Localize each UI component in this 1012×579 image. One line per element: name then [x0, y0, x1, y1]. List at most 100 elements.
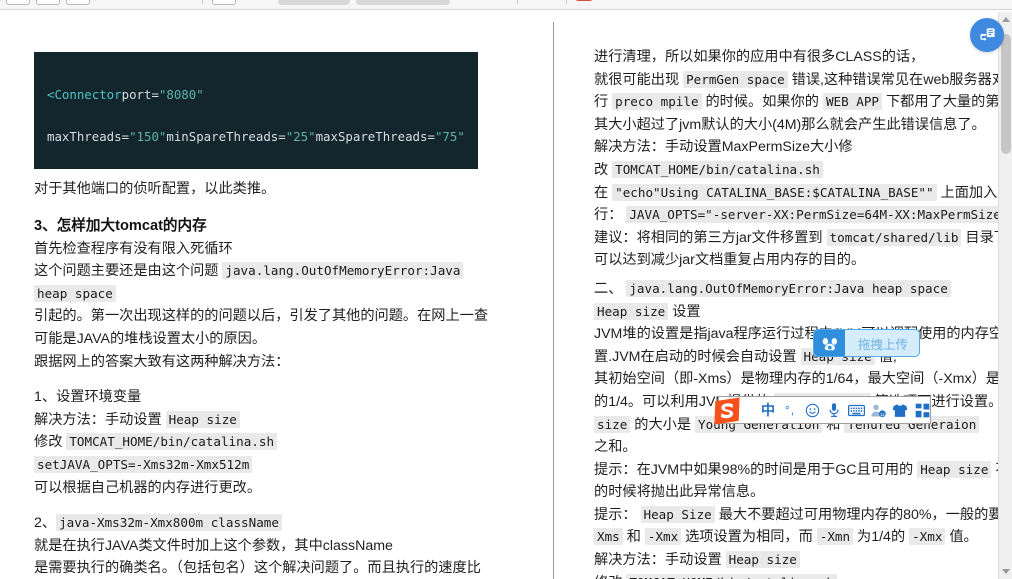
inline-code: tomcat/shared/lib: [826, 228, 962, 246]
svg-text:11: 11: [880, 411, 885, 416]
paragraph: 修改 TOMCAT_HOME/bin/catalina.sh: [594, 572, 1012, 579]
drag-upload-pill[interactable]: 拖拽上传: [813, 329, 921, 357]
text: 提示：在JVM中如果98%的时间是用于GC且可用的: [594, 461, 918, 478]
row-count-label[interactable]: 行数: [527, 0, 557, 5]
code-token: "150": [129, 129, 167, 144]
right-column: 进行清理，所以如果你的应用中有很多CLASS的话， 就很可能出现 PermGen…: [594, 46, 1012, 579]
paragraph: setJAVA_OPTS=-Xms32m-Xmx512m: [34, 454, 494, 477]
paragraph: 置.JVM在启动的时候会自动设置 Heap size 值,: [594, 346, 1012, 369]
dual-page-label: 双页并排: [299, 0, 343, 2]
inline-code: Heap size: [725, 551, 800, 569]
inline-code: -Xmn: [816, 528, 854, 546]
paragraph: 解决方法：手动设置MaxPermSize大小修: [594, 139, 853, 156]
inline-code: PermGen space: [683, 70, 788, 88]
vertical-scrollbar[interactable]: [998, 12, 1012, 579]
toolbar-divider-1: [201, 0, 203, 4]
paragraph: 跟据网上的答案大致有这两种解决方法：: [34, 353, 290, 370]
text: 置.JVM在启动的时候会自动设置: [594, 348, 801, 365]
convert-document-icon: [979, 27, 995, 41]
paragraph: 可以根据自己机器的内存进行更改。: [34, 479, 262, 496]
text: 为1/4的: [853, 529, 910, 546]
sogou-logo-icon[interactable]: [709, 393, 745, 429]
text: 修改: [594, 575, 626, 579]
text: 设置: [668, 303, 701, 320]
text: 行：: [594, 207, 627, 224]
text: 的大小是: [630, 416, 695, 433]
chinese-mode-toggle[interactable]: 中: [757, 398, 779, 422]
paragraph: Heap size 设置: [594, 301, 1012, 324]
code-token: port=: [121, 87, 159, 102]
crop-button[interactable]: 裁剪: [242, 0, 272, 5]
code-line: maxThreads="150"minSpareThreads="25"maxS…: [47, 126, 465, 147]
toolbox-button[interactable]: [911, 398, 933, 422]
doc-icon-1-button[interactable]: [6, 0, 30, 5]
user-account-button[interactable]: 11: [867, 398, 889, 422]
code-token: minSpareThreads=: [166, 129, 286, 144]
inline-code: -Xmx: [644, 528, 682, 546]
paragraph: 改 TOMCAT_HOME/bin/catalina.sh: [594, 159, 1012, 182]
paragraph: JVM堆的设置是指java程序运行过程中JVM可以调配使用的内存空间的设: [594, 326, 1012, 343]
emoji-button[interactable]: [801, 398, 823, 422]
nav-forward-button[interactable]: ▶: [118, 0, 134, 5]
soft-keyboard-button[interactable]: [845, 398, 867, 422]
inline-code: Heap size: [594, 302, 669, 320]
text: 选项设置为相同，而: [681, 529, 817, 546]
dual-page-toggle[interactable]: 双页并排: [277, 0, 350, 5]
scrollbar-thumb[interactable]: [1001, 34, 1011, 154]
paragraph: 行： JAVA_OPTS="-server-XX:PermSize=64M-XX…: [594, 204, 1012, 227]
inline-code: preco mpile: [612, 93, 702, 111]
text: 解决方法：手动设置: [34, 411, 166, 428]
inline-code: heap space: [34, 284, 116, 302]
tile-stitch-toggle[interactable]: 左右平铺拼接: [355, 0, 450, 5]
left-column: 对于其他端口的侦听配置，以此类推。 3、怎样加大tomcat的内存 首先检查程序…: [34, 178, 494, 579]
paragraph: 解决方法：手动设置 Heap size: [594, 549, 1012, 572]
document-convert-button[interactable]: [970, 18, 1004, 52]
paragraph: 提示： Heap Size 最大不要超过可用物理内存的80%，一般的要将-: [594, 504, 1012, 527]
paragraph: 之和。: [594, 439, 637, 456]
smiley-icon: [805, 403, 819, 417]
inline-code: Xms: [594, 528, 623, 546]
paragraph: 这个问题主要还是由这个问题 java.lang.OutOfMemoryError…: [34, 260, 494, 283]
paragraph: 提示：在JVM中如果98%的时间是用于GC且可用的 Heap size 不足: [594, 459, 1012, 482]
inline-code: JAVA_OPTS="-server-XX:PermSize=64M-XX:Ma…: [626, 206, 1012, 224]
text: 和: [622, 529, 645, 546]
doc-icon-3-button[interactable]: [66, 0, 90, 5]
skin-button[interactable]: [889, 398, 911, 422]
replace-text-button[interactable]: 替换文本: [141, 0, 193, 5]
extract-table-button[interactable]: 提取表格: [456, 0, 508, 5]
inline-code: setJAVA_OPTS=-Xms32m-Xmx512m: [34, 455, 253, 473]
xml-code-block: <Connectorport="8080" maxThreads="150"mi…: [34, 52, 478, 169]
paragraph: 1、设置环境变量: [34, 389, 142, 406]
inline-code: TOMCAT_HOME/bin/catalina.sh: [612, 160, 823, 178]
paragraph: 的时候将抛出此异常信息。: [594, 484, 765, 501]
page-icon-button[interactable]: [211, 0, 236, 5]
paragraph: 是需要执行的确类名。（包括包名）这个解决问题了。而且执行的速度比: [34, 560, 481, 577]
inline-code: Heap size: [917, 460, 992, 478]
paragraph: 建议：将相同的第三方jar文件移置到 tomcat/shared/lib 目录下…: [594, 227, 1012, 250]
paragraph: 在 "echo"Using CATALINA_BASE:$CATALINA_BA…: [594, 182, 1012, 205]
scroll-up-arrow-icon[interactable]: [1002, 17, 1010, 22]
text: 下都用了大量的第三方jar,: [885, 94, 1012, 111]
page-align-button[interactable]: 页面对齐方式: [634, 0, 708, 5]
sogou-ime-toolbar[interactable]: 中 °, 11: [714, 396, 933, 425]
toolbar-divider-3: [565, 0, 567, 4]
code-line: enableLookups="false"redirectPort="8443"…: [47, 168, 465, 169]
text: 改: [594, 161, 613, 178]
inline-code: TOMCAT_HOME/bin/catalina.sh: [66, 433, 278, 451]
voice-input-button[interactable]: [823, 398, 845, 422]
drag-upload-label: 拖拽上传: [858, 337, 909, 352]
baidu-cloud-icon: [822, 337, 837, 350]
text: 提示：: [594, 506, 641, 523]
annotate-button[interactable]: 注释: [598, 0, 628, 5]
scroll-down-arrow-icon[interactable]: [1002, 569, 1010, 574]
nav-back-button[interactable]: ◀: [96, 0, 112, 5]
paragraph: 其大小超过了jvm默认的大小(4M)那么就会产生此错误信息了。: [594, 116, 986, 133]
paragraph: 可以达到减少jar文档重复占用内存的目的。: [594, 252, 866, 269]
paragraph: 就是在执行JAVA类文件时加上这个参数，其中className: [34, 537, 393, 554]
doc-icon-2-button[interactable]: [36, 0, 60, 5]
text: 建议：将相同的第三方jar文件移置到: [594, 229, 827, 246]
chinese-mode-icon: 中: [761, 402, 775, 418]
microphone-icon: [829, 403, 839, 417]
inline-code: Heap Size: [640, 505, 715, 523]
punctuation-toggle[interactable]: °,: [779, 398, 801, 422]
